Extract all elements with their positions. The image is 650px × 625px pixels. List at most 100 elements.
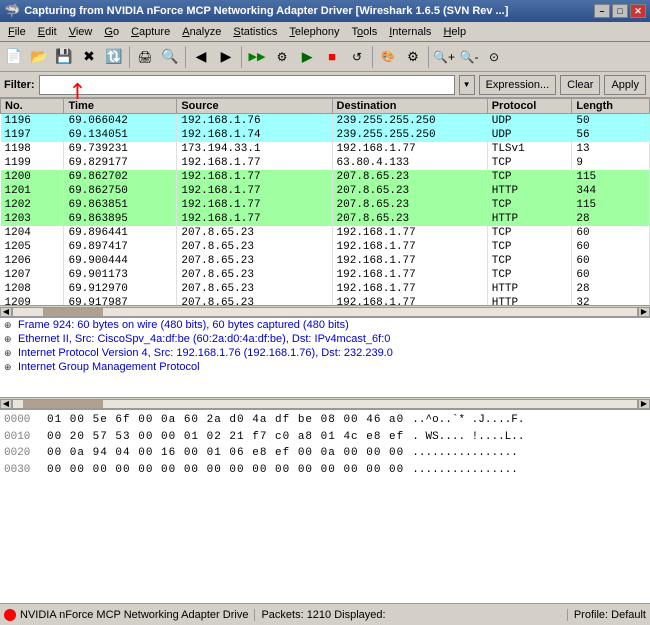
toolbar-cap-opts-btn[interactable]: ⚙ (270, 45, 294, 69)
hscroll2-track[interactable] (12, 399, 638, 409)
packet-details-hscrollbar[interactable]: ◀ ▶ (0, 398, 650, 410)
table-cell: TCP (487, 170, 572, 184)
menu-internals[interactable]: Internals (383, 23, 437, 41)
hex-bytes: 01 00 5e 6f 00 0a 60 2a d0 4a df be 08 0… (47, 412, 404, 429)
table-cell: 173.194.33.1 (177, 142, 332, 156)
table-row[interactable]: 120569.897417207.8.65.23192.168.1.77TCP6… (1, 240, 650, 254)
hex-bytes: 00 0a 94 04 00 16 00 01 06 e8 ef 00 0a 0… (47, 445, 404, 462)
toolbar-cap-iface-btn[interactable]: ▶▶ (245, 45, 269, 69)
hscroll2-left-btn[interactable]: ◀ (0, 399, 12, 409)
detail-row[interactable]: ⊕ Internet Group Management Protocol (0, 360, 650, 374)
menu-capture[interactable]: Capture (125, 23, 176, 41)
detail-row[interactable]: ⊕Ethernet II, Src: CiscoSpv_4a:df:be (60… (0, 332, 650, 346)
table-row[interactable]: 120169.862750192.168.1.77207.8.65.23HTTP… (1, 184, 650, 198)
toolbar-zoom-reset-btn[interactable]: ⊙ (482, 45, 506, 69)
toolbar-reload-btn[interactable]: 🔃 (102, 45, 126, 69)
hscroll-thumb[interactable] (43, 308, 103, 316)
table-row[interactable]: 120369.863895192.168.1.77207.8.65.23HTTP… (1, 212, 650, 226)
clear-button[interactable]: Clear (560, 75, 600, 95)
menu-file[interactable]: File (2, 23, 32, 41)
table-cell: 192.168.1.77 (332, 296, 487, 306)
toolbar-open-btn[interactable]: 📂 (27, 45, 51, 69)
table-cell: UDP (487, 128, 572, 142)
toolbar-color-btn[interactable]: 🎨 (376, 45, 400, 69)
hscroll-track[interactable] (12, 307, 638, 317)
col-header-destination: Destination (332, 99, 487, 114)
table-cell: HTTP (487, 212, 572, 226)
detail-text: Internet Group Management Protocol (18, 361, 200, 373)
table-cell: 192.168.1.77 (332, 282, 487, 296)
expand-icon[interactable]: ⊕ (4, 334, 14, 345)
minimize-button[interactable]: – (594, 4, 610, 18)
table-cell: 1200 (1, 170, 64, 184)
table-cell: 207.8.65.23 (177, 226, 332, 240)
hex-offset: 0030 (4, 462, 39, 479)
detail-row[interactable]: ⊕Frame 924: 60 bytes on wire (480 bits),… (0, 318, 650, 332)
table-cell: HTTP (487, 282, 572, 296)
table-row[interactable]: 120069.862702192.168.1.77207.8.65.23TCP1… (1, 170, 650, 184)
toolbar-close-btn[interactable]: ✖ (77, 45, 101, 69)
table-cell: 239.255.255.250 (332, 128, 487, 142)
toolbar-find-btn[interactable]: 🔍 (158, 45, 182, 69)
toolbar-zoom-in-btn[interactable]: 🔍+ (432, 45, 456, 69)
table-cell: 192.168.1.77 (332, 254, 487, 268)
menu-edit[interactable]: Edit (32, 23, 63, 41)
toolbar-zoom-out-btn[interactable]: 🔍- (457, 45, 481, 69)
hex-row: 000001 00 5e 6f 00 0a 60 2a d0 4a df be … (4, 412, 646, 429)
table-cell: UDP (487, 114, 572, 129)
filter-input[interactable] (39, 75, 455, 95)
toolbar-new-btn[interactable]: 📄 (2, 45, 26, 69)
hex-dump[interactable]: 000001 00 5e 6f 00 0a 60 2a d0 4a df be … (0, 410, 650, 603)
table-row[interactable]: 119769.134051192.168.1.74239.255.255.250… (1, 128, 650, 142)
toolbar-prefs-btn[interactable]: ⚙ (401, 45, 425, 69)
table-row[interactable]: 120969.917987207.8.65.23192.168.1.77HTTP… (1, 296, 650, 306)
packet-list-hscrollbar[interactable]: ◀ ▶ (0, 306, 650, 318)
apply-button[interactable]: Apply (604, 75, 646, 95)
menu-tools[interactable]: Tools (346, 23, 384, 41)
table-cell: 192.168.1.77 (177, 184, 332, 198)
maximize-button[interactable]: □ (612, 4, 628, 18)
table-row[interactable]: 120669.900444207.8.65.23192.168.1.77TCP6… (1, 254, 650, 268)
hscroll-right-btn[interactable]: ▶ (638, 307, 650, 317)
toolbar-cap-restart-btn[interactable]: ↺ (345, 45, 369, 69)
toolbar-cap-stop-btn[interactable]: ■ (320, 45, 344, 69)
toolbar-cap-start-btn[interactable]: ▶ (295, 45, 319, 69)
menu-help[interactable]: Help (437, 23, 472, 41)
table-row[interactable]: 119969.829177192.168.1.7763.80.4.133TCP9 (1, 156, 650, 170)
table-row[interactable]: 120469.896441207.8.65.23192.168.1.77TCP6… (1, 226, 650, 240)
table-cell: 69.896441 (64, 226, 177, 240)
col-header-length: Length (572, 99, 650, 114)
packet-details[interactable]: ⊕Frame 924: 60 bytes on wire (480 bits),… (0, 318, 650, 398)
expand-icon[interactable]: ⊕ (4, 362, 14, 373)
menu-view[interactable]: View (63, 23, 99, 41)
expand-icon[interactable]: ⊕ (4, 348, 14, 359)
table-cell: 192.168.1.76 (177, 114, 332, 129)
close-button[interactable]: ✕ (630, 4, 646, 18)
table-row[interactable]: 119869.739231173.194.33.1192.168.1.77TLS… (1, 142, 650, 156)
filter-dropdown-btn[interactable]: ▼ (459, 75, 475, 95)
packet-list[interactable]: No. Time Source Destination Protocol Len… (0, 98, 650, 306)
toolbar-print-btn[interactable]: 🖨 (133, 45, 157, 69)
detail-row[interactable]: ⊕Internet Protocol Version 4, Src: 192.1… (0, 346, 650, 360)
table-cell: 192.168.1.77 (332, 240, 487, 254)
menu-statistics[interactable]: Statistics (227, 23, 283, 41)
menu-go[interactable]: Go (98, 23, 125, 41)
hscroll2-right-btn[interactable]: ▶ (638, 399, 650, 409)
table-row[interactable]: 120869.912970207.8.65.23192.168.1.77HTTP… (1, 282, 650, 296)
hscroll-left-btn[interactable]: ◀ (0, 307, 12, 317)
menu-analyze[interactable]: Analyze (176, 23, 227, 41)
table-row[interactable]: 120769.901173207.8.65.23192.168.1.77TCP6… (1, 268, 650, 282)
table-cell: 1196 (1, 114, 64, 129)
toolbar-fwd-btn[interactable]: ▶ (214, 45, 238, 69)
table-row[interactable]: 119669.066042192.168.1.76239.255.255.250… (1, 114, 650, 129)
menu-telephony[interactable]: Telephony (283, 23, 345, 41)
toolbar-back-btn[interactable]: ◀ (189, 45, 213, 69)
menu-telephony-label: Telephony (289, 26, 339, 38)
table-row[interactable]: 120269.863851192.168.1.77207.8.65.23TCP1… (1, 198, 650, 212)
expand-icon[interactable]: ⊕ (4, 320, 14, 331)
col-header-source: Source (177, 99, 332, 114)
hscroll2-thumb[interactable] (23, 400, 103, 408)
toolbar-save-btn[interactable]: 💾 (52, 45, 76, 69)
expression-button[interactable]: Expression... (479, 75, 557, 95)
packet-list-container: No. Time Source Destination Protocol Len… (0, 98, 650, 318)
